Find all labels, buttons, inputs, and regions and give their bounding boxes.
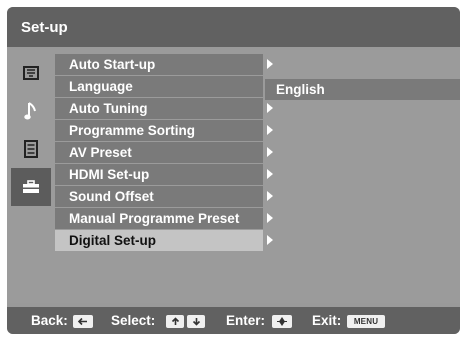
- sidebar-item-setup[interactable]: [11, 168, 51, 206]
- enter-key-icon: [272, 315, 292, 328]
- toolbox-icon: [23, 180, 39, 193]
- picture-icon: [23, 66, 39, 80]
- language-value-row[interactable]: English: [265, 79, 460, 100]
- sidebar-item-sound[interactable]: [11, 92, 51, 130]
- menu-key-label: MENU: [353, 317, 379, 326]
- menu-item-programme-sorting[interactable]: Programme Sorting: [55, 120, 263, 141]
- menu-item-auto-tuning[interactable]: Auto Tuning: [55, 98, 263, 119]
- menu-panel: Auto Start-up Language Auto Tuning Progr…: [7, 50, 460, 303]
- menu-item-language[interactable]: Language: [55, 76, 263, 97]
- select-hint-label: Select:: [111, 313, 156, 328]
- page-title: Set-up: [21, 19, 68, 36]
- menu-item-hdmi-set-up[interactable]: HDMI Set-up: [55, 164, 263, 185]
- arrow-right-icon: [267, 213, 273, 223]
- menu-item-sound-offset[interactable]: Sound Offset: [55, 186, 263, 207]
- setup-window: Set-up Auto Start-up Language Auto Tunin…: [7, 7, 460, 334]
- menu-key-icon: MENU: [347, 315, 385, 328]
- up-key-icon: [166, 315, 184, 328]
- menu-item-av-preset[interactable]: AV Preset: [55, 142, 263, 163]
- header-bar: Set-up: [7, 7, 460, 47]
- menu-item-label: Sound Offset: [69, 189, 154, 204]
- back-hint-label: Back:: [31, 313, 68, 328]
- menu-item-label: Programme Sorting: [69, 123, 196, 138]
- exit-hint-label: Exit:: [312, 313, 342, 328]
- enter-hint-label: Enter:: [226, 313, 266, 328]
- menu-item-manual-programme-preset[interactable]: Manual Programme Preset: [55, 208, 263, 229]
- menu-item-label: Language: [69, 79, 133, 94]
- arrow-right-icon: [267, 169, 273, 179]
- music-note-icon: [24, 102, 36, 120]
- arrow-right-icon: [267, 235, 273, 245]
- language-value: English: [276, 82, 325, 97]
- down-key-icon: [187, 315, 205, 328]
- arrow-right-icon: [267, 59, 273, 69]
- back-key-icon: [73, 315, 93, 328]
- sidebar-item-features[interactable]: [11, 130, 51, 168]
- menu-item-label: Auto Start-up: [69, 57, 156, 72]
- arrow-right-icon: [267, 191, 273, 201]
- arrow-right-icon: [267, 147, 273, 157]
- menu-item-label: AV Preset: [69, 145, 132, 160]
- menu-item-auto-start-up[interactable]: Auto Start-up: [55, 54, 263, 75]
- list-icon: [24, 140, 38, 158]
- arrow-right-icon: [267, 125, 273, 135]
- sidebar-item-picture[interactable]: [11, 54, 51, 92]
- arrow-right-icon: [267, 103, 273, 113]
- menu-item-digital-set-up[interactable]: Digital Set-up: [55, 230, 263, 251]
- menu-item-label: HDMI Set-up: [69, 167, 150, 182]
- menu-item-label: Auto Tuning: [69, 101, 148, 116]
- footer-hints: Back: Select: Enter: Exit: MENU: [7, 307, 460, 334]
- menu-item-label: Digital Set-up: [69, 233, 156, 248]
- menu-item-label: Manual Programme Preset: [69, 211, 240, 226]
